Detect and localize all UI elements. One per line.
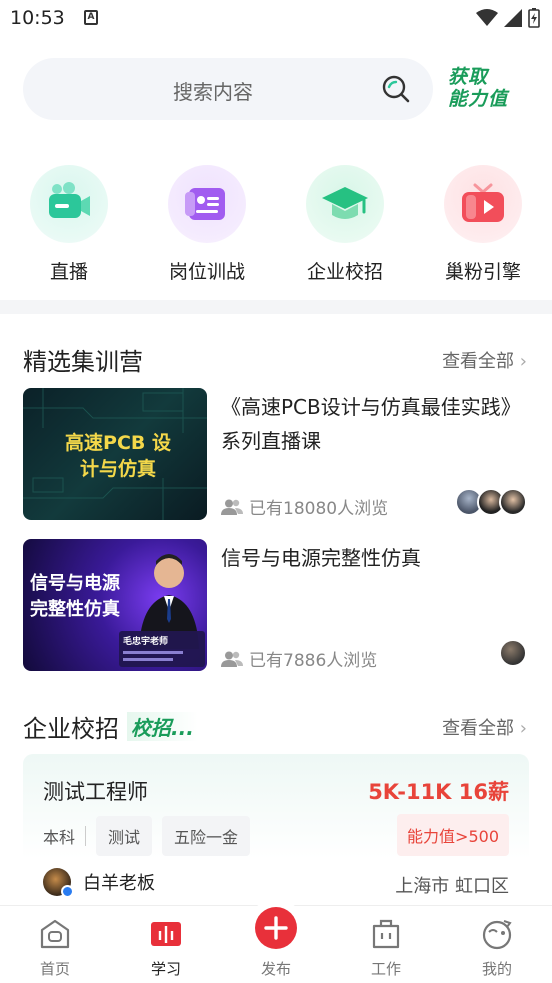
- course-views: 已有7886人浏览: [221, 646, 377, 671]
- job-tags: 本科 测试 五险一金: [43, 816, 251, 856]
- job-ability-requirement: 能力值>500: [397, 814, 509, 856]
- briefcase-icon: [372, 919, 400, 949]
- chevron-right-icon: ›: [519, 351, 527, 372]
- promo-line2: 能力值: [448, 88, 509, 110]
- campus-section-title: 企业校招 校招...: [23, 709, 198, 744]
- nav-label: 发布: [260, 960, 291, 978]
- book-icon: [151, 922, 181, 946]
- graduation-cap-icon: [306, 165, 384, 243]
- nav-home[interactable]: 首页: [15, 918, 95, 979]
- job-title: 测试工程师: [43, 780, 148, 804]
- people-icon: [221, 651, 243, 667]
- search-input[interactable]: 搜索内容: [23, 58, 433, 120]
- section-divider: [0, 300, 552, 314]
- course-thumbnail: 信号与电源 完整性仿真 毛忠宇老师: [23, 539, 207, 671]
- job-tag: 五险一金: [162, 816, 251, 856]
- nav-publish-label-wrap: 发布: [236, 954, 316, 979]
- profile-icon: [482, 920, 512, 950]
- camps-section-title: 精选集训营: [23, 348, 143, 376]
- video-tv-icon: [444, 165, 522, 243]
- viewer-avatars: [455, 488, 527, 516]
- status-bar: 10:53 A: [0, 0, 552, 38]
- nav-label: 学习: [150, 960, 181, 978]
- job-salary: 5K-11K 16薪: [368, 780, 509, 804]
- wifi-icon: [476, 9, 498, 26]
- views-count: 已有18080人浏览: [249, 499, 389, 519]
- system-icons: [476, 8, 540, 28]
- view-all-label: 查看全部: [442, 718, 515, 739]
- campus-title: 企业校招: [23, 715, 119, 743]
- job-education: 本科: [43, 828, 76, 847]
- home-icon: [40, 919, 70, 949]
- nav-label: 首页: [39, 960, 70, 978]
- nav-label: 我的: [481, 960, 512, 978]
- lecturer-figure-icon: [119, 554, 205, 667]
- job-location: 上海市 虹口区: [395, 876, 509, 897]
- quick-menu-campus[interactable]: 企业校招: [285, 165, 405, 284]
- nav-label: 工作: [370, 960, 401, 978]
- nav-study[interactable]: 学习: [126, 918, 206, 979]
- quick-menu-label: 企业校招: [306, 261, 383, 283]
- quick-menu-label: 巢粉引擎: [444, 261, 521, 283]
- course-thumb-text: 高速PCB 设计与仿真: [65, 432, 171, 480]
- viewer-avatars: [499, 639, 527, 667]
- avatar: [43, 868, 74, 898]
- publish-button[interactable]: [255, 907, 297, 949]
- course-title: 《高速PCB设计与仿真最佳实践》系列直播课: [221, 395, 511, 453]
- campus-view-all-link[interactable]: 查看全部 ›: [442, 714, 527, 740]
- search-placeholder: 搜索内容: [173, 80, 253, 104]
- quick-menu-live[interactable]: 直播: [9, 165, 129, 284]
- quick-menu-engine[interactable]: 巢粉引擎: [423, 165, 543, 284]
- quick-menu-label: 岗位训战: [168, 261, 245, 283]
- views-count: 已有7886人浏览: [249, 651, 378, 671]
- live-camera-icon: [30, 165, 108, 243]
- course-card[interactable]: 信号与电源 完整性仿真 毛忠宇老师 信号与电源完整性仿真 已有7886人浏览: [23, 539, 529, 671]
- course-title: 信号与电源完整性仿真: [221, 546, 421, 570]
- signal-icon: [504, 9, 522, 27]
- nav-profile[interactable]: 我的: [457, 918, 537, 979]
- quick-menu-training[interactable]: 岗位训战: [147, 165, 267, 284]
- notification-icon: A: [84, 10, 98, 25]
- nav-work[interactable]: 工作: [346, 918, 426, 979]
- people-icon: [221, 499, 243, 515]
- course-thumbnail: 高速PCB 设计与仿真: [23, 388, 207, 520]
- avatar: [499, 639, 527, 667]
- avatar: [499, 488, 527, 516]
- campus-badge: 校招...: [127, 712, 198, 741]
- search-icon[interactable]: [381, 74, 411, 104]
- status-time: 10:53: [10, 7, 65, 29]
- battery-icon: [528, 8, 540, 28]
- job-card[interactable]: 测试工程师 5K-11K 16薪 本科 测试 五险一金 能力值>500 白羊老板…: [23, 754, 529, 904]
- quick-menu: 直播 岗位训战 企业校招 巢粉引擎: [0, 165, 552, 285]
- recruiter-name: 白羊老板: [83, 873, 155, 894]
- course-views: 已有18080人浏览: [221, 494, 388, 519]
- verified-icon: [61, 885, 74, 898]
- tag-divider: [85, 826, 87, 846]
- get-ability-logo[interactable]: 获取 能力值: [448, 66, 528, 116]
- job-recruiter: 白羊老板: [43, 868, 155, 898]
- job-tag: 测试: [96, 816, 153, 856]
- promo-line1: 获取: [448, 66, 489, 88]
- camps-view-all-link[interactable]: 查看全部 ›: [442, 347, 527, 373]
- chevron-right-icon: ›: [519, 718, 527, 739]
- plus-icon: [264, 916, 288, 940]
- quick-menu-label: 直播: [49, 261, 88, 283]
- course-card[interactable]: 高速PCB 设计与仿真 《高速PCB设计与仿真最佳实践》系列直播课 已有1808…: [23, 388, 529, 520]
- view-all-label: 查看全部: [442, 351, 515, 372]
- resume-icon: [168, 165, 246, 243]
- lecturer-caption: 毛忠宇老师: [123, 637, 169, 647]
